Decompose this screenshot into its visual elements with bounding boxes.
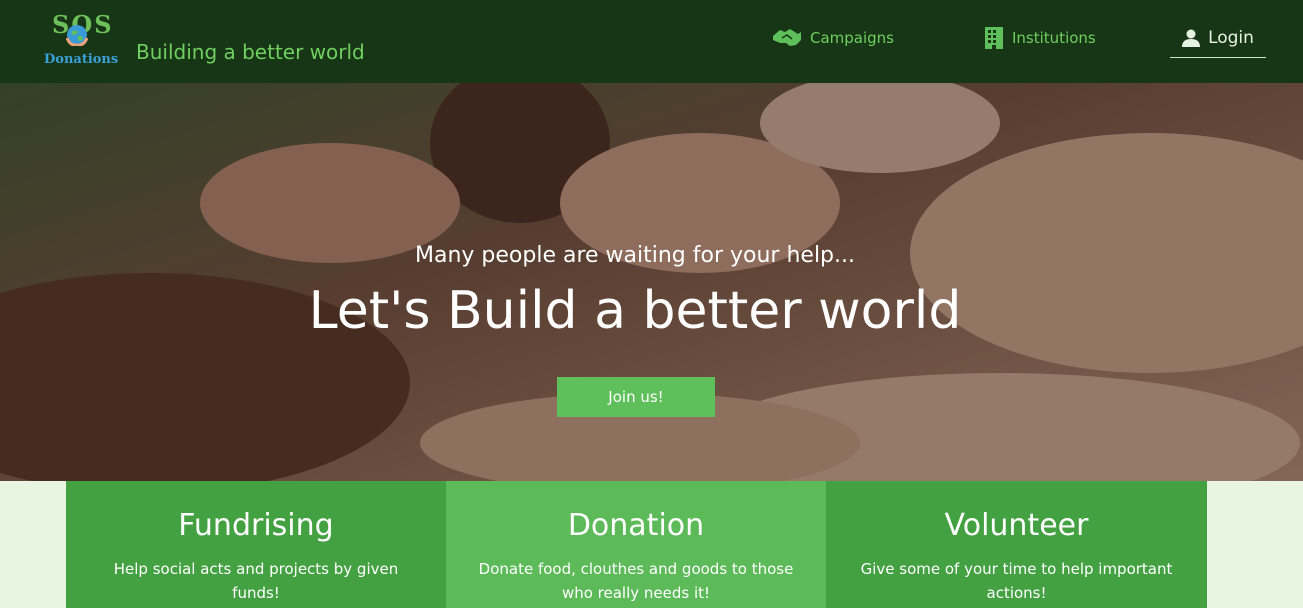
logo-donations-text: Donations [44,52,119,67]
join-us-button[interactable]: Join us! [557,377,715,417]
card-description: Help social acts and projects by given f… [113,560,399,602]
top-navbar: SOS Donations Building a better world Ca… [0,0,1303,83]
nav-login-label: Login [1208,27,1254,48]
card-fundrising[interactable]: Fundrising Help social acts and projects… [66,481,446,608]
card-description: Donate food, clouthes and goods to those… [478,560,794,602]
sos-donations-logo[interactable]: SOS Donations [44,10,122,70]
handshake-icon [773,29,801,46]
hero-banner: Many people are waiting for your help...… [0,83,1303,481]
card-title: Volunteer [944,508,1089,543]
services-cards: Fundrising Help social acts and projects… [66,481,1207,608]
card-title: Donation [567,508,705,543]
card-donation[interactable]: Donation Donate food, clouthes and goods… [446,481,826,608]
nav-login-link[interactable]: Login [1170,24,1266,58]
hero-subtitle: Many people are waiting for your help... [414,243,856,268]
card-volunteer[interactable]: Volunteer Give some of your time to help… [826,481,1207,608]
globe-icon [66,25,88,46]
user-icon [1182,29,1201,47]
hero-title: Let's Build a better world [308,281,962,341]
building-icon [985,27,1003,49]
nav-institutions-label: Institutions [1012,29,1096,47]
card-description: Give some of your time to help important… [860,560,1173,602]
card-title: Fundrising [178,508,334,543]
nav-institutions-link[interactable]: Institutions [984,26,1096,50]
site-tagline: Building a better world [136,40,365,64]
nav-campaigns-link[interactable]: Campaigns [772,26,894,50]
nav-campaigns-label: Campaigns [810,29,895,47]
